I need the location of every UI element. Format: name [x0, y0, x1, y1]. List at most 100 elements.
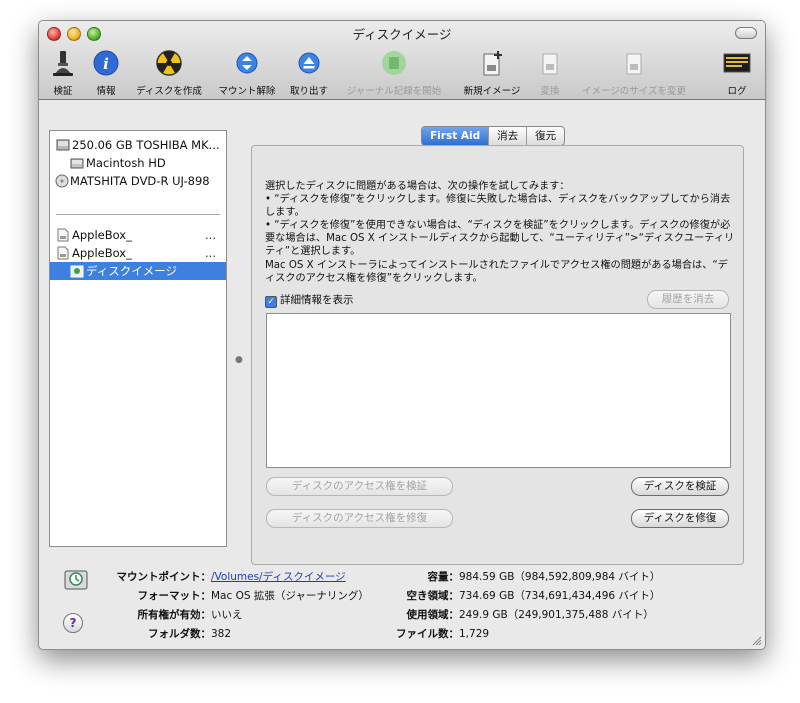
log-label: ログ: [727, 86, 747, 97]
sidebar-item-dvd-drive[interactable]: MATSHITA DVD-R UJ-898: [50, 172, 226, 190]
verify-disk-button[interactable]: ディスクを検証: [631, 477, 729, 496]
eject-tool-button[interactable]: 取り出す: [285, 48, 333, 97]
tab-restore[interactable]: 復元: [526, 127, 564, 145]
checkmark-icon: ✓: [265, 296, 277, 308]
used-value: 249.9 GB（249,901,375,488 バイト）: [459, 609, 654, 621]
unmount-icon: [236, 52, 258, 74]
new-image-tool-button[interactable]: 新規イメージ: [457, 48, 527, 97]
truncation-ellipsis: ...: [205, 228, 216, 242]
disk-utility-window: ディスクイメージ 検証 i 情報 ディスクを作成 マウント解除 取り出す ジャー…: [38, 20, 766, 650]
files-row: ファイル数：1,729: [379, 626, 489, 641]
sidebar-item-label: AppleBox_: [72, 246, 132, 260]
time-machine-disk-icon: [64, 570, 88, 590]
folders-key: フォルダ数：: [148, 628, 211, 640]
convert-label: 変換: [540, 86, 560, 97]
info-tool-button[interactable]: i 情報: [91, 48, 121, 97]
microscope-icon: [53, 51, 73, 76]
convert-tool-button[interactable]: 変換: [533, 48, 567, 97]
log-tool-button[interactable]: ログ: [719, 48, 755, 97]
mounted-image-icon: [70, 265, 84, 278]
resize-image-label: イメージのサイズを変更: [581, 86, 687, 97]
unmount-tool-button[interactable]: マウント解除: [215, 48, 279, 97]
capacity-value: 984.59 GB（984,592,809,984 バイト）: [459, 571, 661, 583]
owners-value: いいえ: [211, 609, 243, 621]
sidebar-separator: [56, 214, 220, 215]
verify-permissions-button[interactable]: ディスクのアクセス権を検証: [266, 477, 453, 496]
owners-row: 所有権が有効：いいえ: [107, 607, 243, 622]
help-button[interactable]: ?: [63, 613, 83, 633]
clear-history-button[interactable]: 履歴を消去: [647, 290, 729, 309]
volume-icon: [70, 158, 84, 169]
tab-first-aid[interactable]: First Aid: [422, 127, 489, 145]
enable-journaling-tool-button[interactable]: ジャーナル記録を開始: [337, 48, 451, 97]
first-aid-intro: 選択したディスクに問題がある場合は、次の操作を試してみます：: [265, 181, 570, 192]
new-image-icon: [483, 51, 502, 76]
window-title: ディスクイメージ: [352, 27, 452, 42]
truncation-ellipsis: ...: [205, 246, 216, 260]
repair-disk-button[interactable]: ディスクを修復: [631, 509, 729, 528]
sidebar-item-toshiba-disk[interactable]: 250.06 GB TOSHIBA MK...: [50, 136, 226, 154]
owners-key: 所有権が有効：: [137, 609, 212, 621]
svg-text:i: i: [103, 55, 109, 73]
verify-label: 検証: [53, 86, 73, 97]
info-icon: i: [93, 50, 119, 76]
show-details-checkbox[interactable]: ✓ 詳細情報を表示: [265, 292, 354, 308]
mount-point-key: マウントポイント：: [116, 571, 212, 583]
folders-row: フォルダ数：382: [107, 626, 231, 641]
used-row: 使用領域：249.9 GB（249,901,375,488 バイト）: [379, 607, 654, 622]
tab-bar: First Aid 消去 復元: [421, 126, 566, 146]
sidebar-item-label: ディスクイメージ: [86, 264, 177, 278]
folders-value: 382: [211, 628, 232, 640]
convert-icon: [542, 53, 558, 75]
resize-image-tool-button[interactable]: イメージのサイズを変更: [573, 48, 695, 97]
sidebar-item-label: 250.06 GB TOSHIBA MK...: [72, 138, 220, 152]
available-value: 734.69 GB（734,691,434,496 バイト）: [459, 590, 661, 602]
resize-grip-icon[interactable]: [752, 636, 762, 646]
resize-image-icon: [626, 53, 642, 75]
sidebar-item-disk-image[interactable]: ディスクイメージ: [50, 262, 226, 280]
disk-sidebar: 250.06 GB TOSHIBA MK... Macintosh HD MAT…: [49, 130, 227, 547]
files-key: ファイル数：: [396, 628, 459, 640]
first-aid-log-area[interactable]: [266, 313, 731, 468]
burn-tool-button[interactable]: ディスクを作成: [129, 48, 209, 97]
sidebar-item-macintosh-hd[interactable]: Macintosh HD: [50, 154, 226, 172]
sidebar-item-label: AppleBox_: [72, 228, 132, 242]
splitter-handle[interactable]: ●: [235, 355, 243, 365]
show-details-label: 詳細情報を表示: [280, 294, 354, 306]
sidebar-item-label: Macintosh HD: [86, 156, 166, 170]
mount-point-link[interactable]: /Volumes/ディスクイメージ: [211, 571, 346, 583]
toolbar: ディスクイメージ 検証 i 情報 ディスクを作成 マウント解除 取り出す ジャー…: [39, 21, 765, 100]
unmount-label: マウント解除: [218, 86, 276, 97]
journal-icon: [382, 51, 406, 75]
main-content: 250.06 GB TOSHIBA MK... Macintosh HD MAT…: [39, 100, 765, 649]
format-value: Mac OS 拡張（ジャーナリング）: [211, 590, 369, 602]
format-key: フォーマット：: [137, 590, 212, 602]
first-aid-bullet-verify: • “ディスクを修復”を使用できない場合は、“ディスクを検証”をクリックします。…: [265, 220, 735, 257]
files-value: 1,729: [459, 628, 490, 640]
toolbar-toggle-button[interactable]: [735, 27, 757, 39]
log-icon: [723, 53, 751, 73]
available-row: 空き領域：734.69 GB（734,691,434,496 バイト）: [379, 588, 661, 603]
hard-disk-icon: [56, 139, 70, 151]
first-aid-permissions-note: Mac OS X インストーラによってインストールされたファイルでアクセス権の問…: [265, 260, 728, 284]
verify-tool-button[interactable]: 検証: [45, 48, 81, 97]
disk-image-file-icon: [57, 246, 69, 260]
capacity-row: 容量：984.59 GB（984,592,809,984 バイト）: [379, 569, 661, 584]
burn-label: ディスクを作成: [136, 86, 202, 97]
optical-drive-icon: [55, 174, 69, 188]
disk-image-file-icon: [57, 228, 69, 242]
capacity-key: 容量：: [427, 571, 460, 583]
sidebar-item-applebox-1[interactable]: AppleBox_ ...: [50, 226, 226, 244]
burn-icon: [156, 50, 182, 76]
sidebar-item-applebox-2[interactable]: AppleBox_ ...: [50, 244, 226, 262]
repair-permissions-button[interactable]: ディスクのアクセス権を修復: [266, 509, 453, 528]
enable-journaling-label: ジャーナル記録を開始: [346, 86, 442, 97]
sidebar-item-label: MATSHITA DVD-R UJ-898: [70, 174, 210, 188]
mount-point-row: マウントポイント：/Volumes/ディスクイメージ: [107, 569, 346, 584]
eject-label: 取り出す: [289, 86, 328, 97]
new-image-label: 新規イメージ: [463, 86, 521, 97]
used-key: 使用領域：: [406, 609, 460, 621]
eject-icon: [298, 52, 320, 74]
tab-erase[interactable]: 消去: [488, 127, 526, 145]
first-aid-panel: 選択したディスクに問題がある場合は、次の操作を試してみます： • “ディスクを修…: [251, 145, 744, 565]
